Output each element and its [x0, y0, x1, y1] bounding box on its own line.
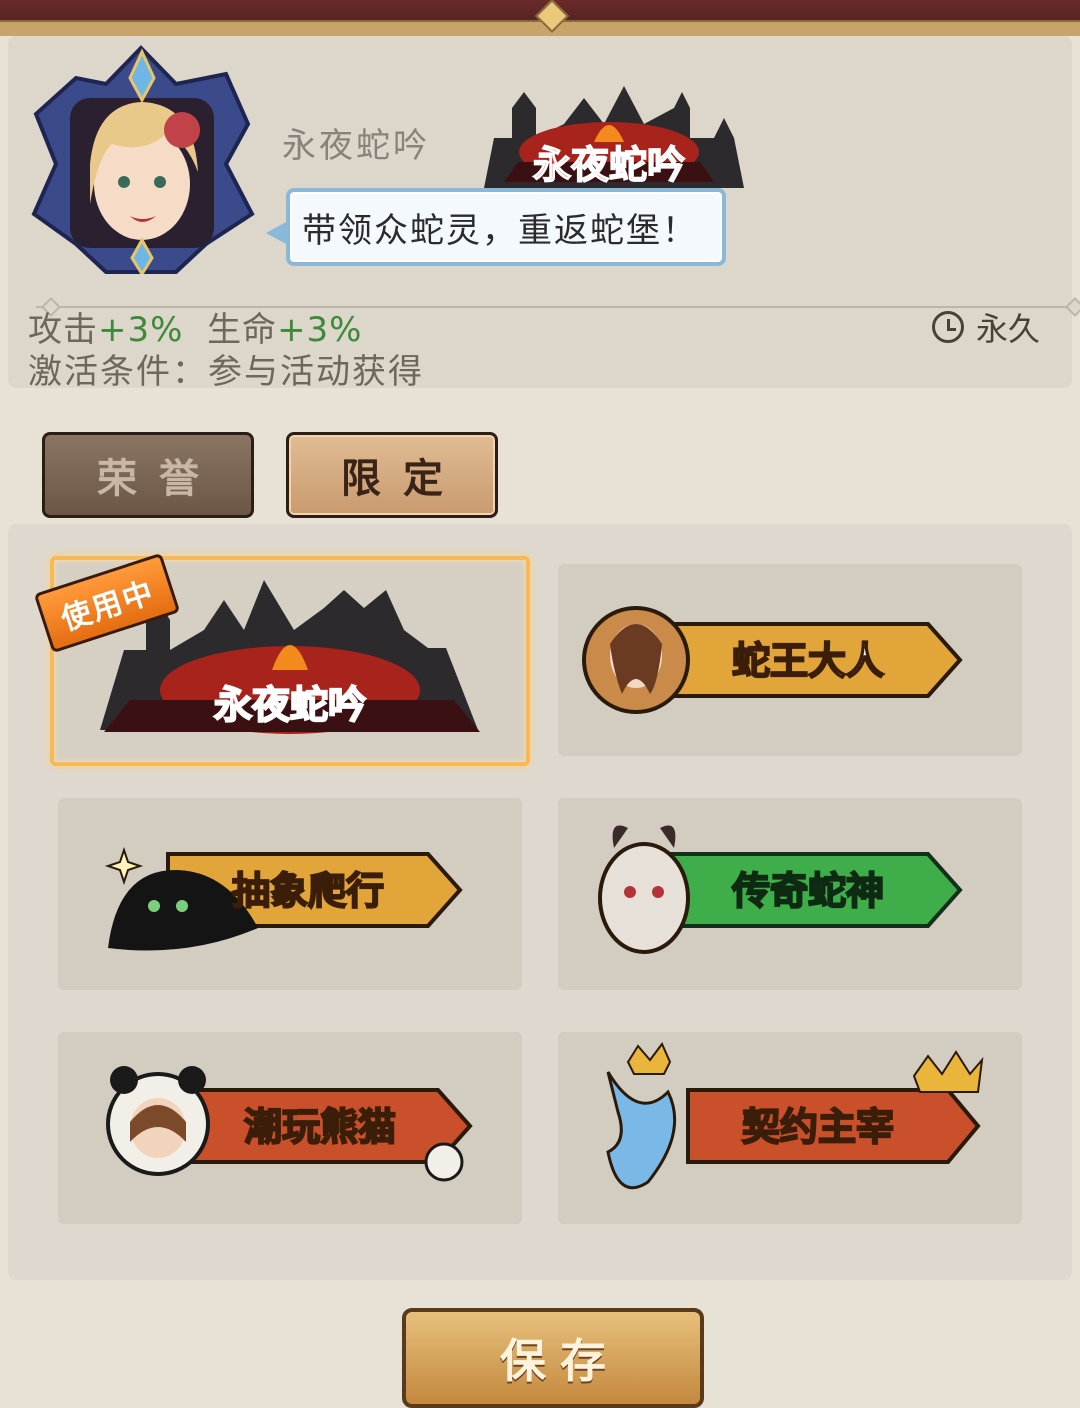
save-button[interactable]: 保存 — [402, 1308, 704, 1408]
tab-honor[interactable]: 荣誉 — [42, 432, 254, 518]
title-card-label: 抽象爬行 — [232, 868, 384, 913]
clock-icon — [932, 311, 964, 343]
title-card-shewang[interactable]: 蛇王大人 — [558, 564, 1022, 756]
speech-bubble-tail — [266, 221, 288, 245]
motto-text: 带领众蛇灵，重返蛇堡！ — [302, 210, 698, 251]
title-card-label: 传奇蛇神 — [731, 868, 884, 913]
title-name: 永夜蛇吟 — [282, 126, 430, 166]
title-card-chaowan[interactable]: 潮玩熊猫 — [58, 1032, 522, 1224]
title-card-label: 契约主宰 — [742, 1104, 894, 1149]
title-card-label: 蛇王大人 — [732, 638, 884, 683]
avatar — [26, 44, 256, 277]
title-card-label: 潮玩熊猫 — [244, 1104, 396, 1149]
duration-text: 永久 — [976, 310, 1041, 348]
divider-ornament-right — [1065, 297, 1080, 317]
title-card-label: 永夜蛇吟 — [214, 682, 366, 727]
title-card-yongye[interactable]: 永夜蛇吟 使用中 — [33, 552, 530, 766]
title-card-qiyue[interactable]: 契约主宰 — [558, 1032, 1022, 1224]
title-card-chouxiang[interactable]: 抽象爬行 — [58, 798, 522, 990]
title-badge-preview: 永夜蛇吟 — [464, 78, 754, 188]
title-card-chuanqi[interactable]: 传奇蛇神 — [558, 798, 1022, 990]
activation-condition: 激活条件：参与活动获得 — [28, 352, 424, 392]
tab-limited[interactable]: 限定 — [286, 432, 498, 518]
frame-edge — [0, 20, 1080, 36]
badge-preview-text: 永夜蛇吟 — [533, 142, 685, 187]
duration: 永久 — [932, 304, 1040, 350]
top-ornament-frame — [0, 0, 1080, 36]
motto-bubble: 带领众蛇灵，重返蛇堡！ — [286, 188, 726, 266]
